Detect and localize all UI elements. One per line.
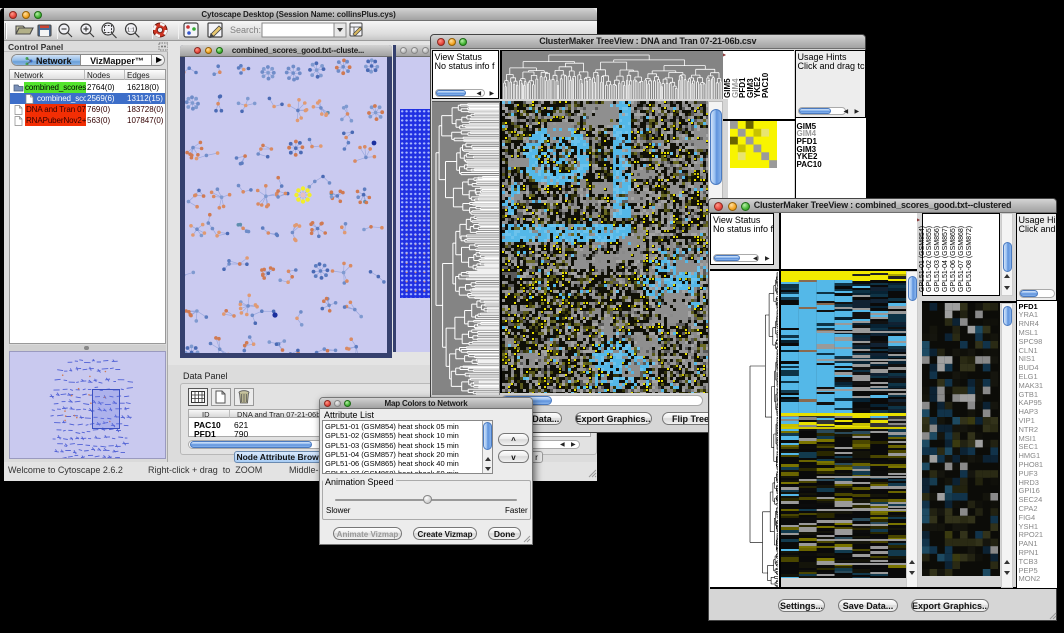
svg-text:Search:: Search: bbox=[230, 25, 261, 35]
svg-text:1:1: 1:1 bbox=[127, 28, 135, 34]
